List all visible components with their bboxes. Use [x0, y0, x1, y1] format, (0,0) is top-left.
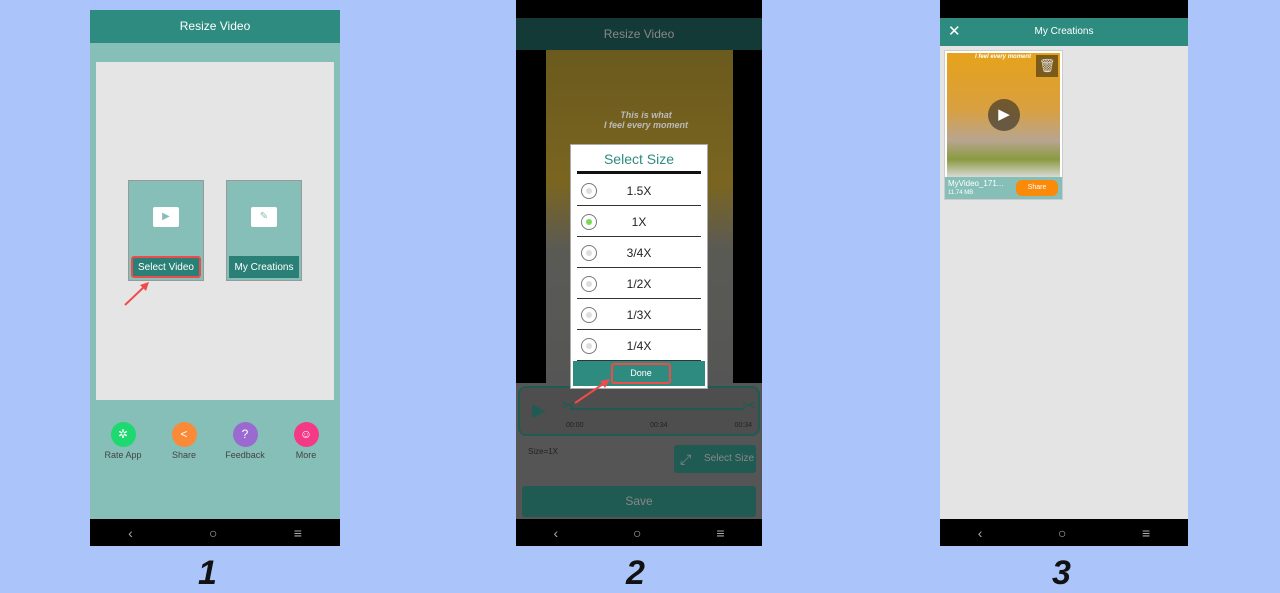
share-button[interactable]: Share: [1016, 180, 1058, 196]
app-header: ✕ My Creations: [940, 18, 1188, 46]
film-edit-icon: ✎: [251, 207, 277, 227]
video-thumbnail[interactable]: I feel every moment 🗑 ▶: [947, 53, 1060, 178]
header-title: My Creations: [1034, 26, 1094, 37]
dialog-title: Select Size: [603, 151, 675, 167]
android-nav-bar: ‹ ○ ≡: [90, 519, 340, 546]
rate-app-button[interactable]: ✲ Rate App: [93, 422, 153, 460]
share-label: Share: [171, 450, 197, 460]
feedback-label: Feedback: [225, 450, 265, 460]
android-nav-bar: ‹ ○ ≡: [516, 519, 762, 546]
trim-track[interactable]: [570, 408, 744, 410]
my-creations-label: My Creations: [234, 261, 294, 273]
header-title: Resize Video: [179, 19, 251, 33]
header-title: Resize Video: [603, 27, 675, 41]
home-icon[interactable]: ○: [1058, 525, 1066, 541]
select-size-button[interactable]: ⤢ Select Size: [674, 445, 756, 473]
size-option-label: 1/4X: [626, 339, 652, 353]
size-option[interactable]: 1X: [577, 206, 701, 237]
size-label: Size=1X: [528, 447, 559, 456]
size-option-label: 1X: [631, 215, 647, 229]
menu-icon[interactable]: ≡: [716, 525, 724, 541]
step-number: 2: [626, 554, 645, 592]
app-header: Resize Video: [90, 10, 340, 43]
size-option-label: 1.5X: [626, 184, 652, 198]
select-video-button[interactable]: Select Video: [131, 256, 201, 278]
done-label: Done: [630, 368, 652, 378]
home-icon[interactable]: ○: [633, 525, 641, 541]
select-video-label: Select Video: [138, 261, 194, 273]
back-icon[interactable]: ‹: [978, 525, 983, 541]
trim-end-time: 00:34: [734, 422, 752, 429]
save-label: Save: [625, 494, 653, 508]
video-name: MyVideo_171...: [948, 179, 1004, 188]
rate-app-label: Rate App: [104, 450, 142, 460]
video-size: 11.74 MB: [948, 190, 974, 196]
phone-screen-1: Resize Video ▶ Select Video ✎ My Creatio…: [90, 0, 340, 546]
question-icon: ?: [232, 422, 258, 447]
size-option[interactable]: 1/3X: [577, 299, 701, 330]
back-icon[interactable]: ‹: [553, 525, 558, 541]
share-label: Share: [1027, 184, 1047, 191]
trash-icon[interactable]: 🗑: [1036, 55, 1058, 77]
close-icon[interactable]: ✕: [948, 18, 961, 46]
my-creations-button[interactable]: My Creations: [229, 256, 299, 278]
android-nav-bar: ‹ ○ ≡: [940, 519, 1188, 546]
play-icon[interactable]: ▶: [532, 400, 546, 421]
feedback-button[interactable]: ? Feedback: [215, 422, 275, 460]
trim-start-time: 00:00: [566, 422, 584, 429]
size-option[interactable]: 1.5X: [577, 175, 701, 206]
trim-duration: 00:34: [650, 422, 668, 429]
size-option-label: 1/2X: [626, 277, 652, 291]
phone-screen-3: ✕ My Creations I feel every moment 🗑 ▶ M…: [940, 0, 1188, 546]
share-button[interactable]: < Share: [154, 422, 214, 460]
menu-icon[interactable]: ≡: [294, 525, 302, 541]
my-creations-tile[interactable]: ✎ My Creations: [226, 180, 302, 281]
video-card[interactable]: I feel every moment 🗑 ▶ MyVideo_171... 1…: [944, 50, 1063, 200]
back-icon[interactable]: ‹: [128, 525, 133, 541]
video-overlay-text: This is what I feel every moment: [603, 110, 689, 130]
more-label: More: [295, 450, 317, 460]
size-option[interactable]: 1/4X: [577, 330, 701, 361]
select-size-label: Select Size: [704, 453, 755, 464]
size-option-label: 1/3X: [626, 308, 652, 322]
menu-icon[interactable]: ≡: [1142, 525, 1150, 541]
select-video-tile[interactable]: ▶ Select Video: [128, 180, 204, 281]
phone-screen-2: Resize Video This is what I feel every m…: [516, 0, 762, 546]
done-button[interactable]: Done: [611, 363, 671, 384]
size-option[interactable]: 3/4X: [577, 237, 701, 268]
arrow-annotation: [574, 379, 610, 404]
home-icon[interactable]: ○: [209, 525, 217, 541]
main-panel: ▶ Select Video ✎ My Creations: [96, 62, 334, 400]
thumbnail-text: I feel every moment: [975, 54, 1032, 60]
more-button[interactable]: ☺ More: [276, 422, 336, 460]
select-size-dialog: Select Size 1.5X 1X 3/4X 1/2X 1/3X 1/4X Done: [570, 144, 708, 389]
arrow-annotation: [124, 282, 149, 306]
size-option[interactable]: 1/2X: [577, 268, 701, 299]
scissors-end-icon[interactable]: ✂: [743, 396, 756, 416]
step-number: 3: [1052, 554, 1071, 592]
play-icon[interactable]: ▶: [988, 99, 1020, 131]
trim-panel: ▶ ✂ ✂ 00:00 00:34 00:34: [518, 386, 760, 436]
size-option-label: 3/4X: [626, 246, 652, 260]
step-number: 1: [198, 554, 217, 592]
app-header: Resize Video: [516, 18, 762, 50]
share-icon: <: [171, 422, 197, 447]
resize-icon: ⤢: [680, 451, 692, 467]
stars-icon: ✲: [110, 422, 136, 447]
save-button[interactable]: Save: [522, 486, 756, 517]
smile-icon: ☺: [293, 422, 319, 447]
film-play-icon: ▶: [153, 207, 179, 227]
